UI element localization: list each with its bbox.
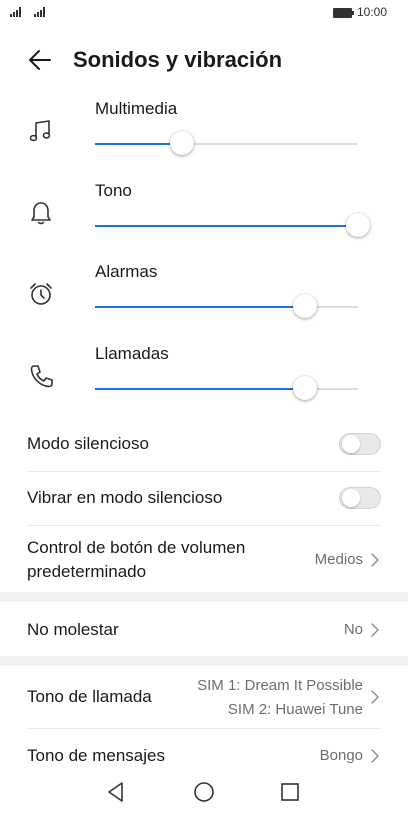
ringtone-label: Tono de llamada [27,687,152,706]
volume-label: Llamadas [95,344,169,363]
back-triangle-icon[interactable] [104,780,128,804]
slider-fill [95,225,358,227]
status-time: 10:00 [357,5,388,19]
volume-button-label-line1: Control de botón de volumen [27,538,246,557]
volume-slider-ringtone[interactable] [95,213,370,237]
volume-label: Tono [95,181,132,200]
chevron-right-icon [371,749,379,763]
slider-thumb[interactable] [346,213,370,237]
vibrate-silent-toggle[interactable] [339,487,381,509]
volume-button-row[interactable]: Control de botón de volumen predetermina… [27,526,381,590]
section-separator [0,592,408,602]
slider-fill [95,388,306,390]
home-circle-icon[interactable] [192,780,216,804]
chevron-right-icon [371,623,379,637]
message-tone-value: Bongo [319,747,363,764]
status-bar: 10:00 [0,0,408,28]
page-title: Sonidos y vibración [73,47,283,72]
phone-icon [30,365,53,388]
navigation-bar [0,772,408,816]
do-not-disturb-label: No molestar [27,620,119,639]
ringtone-sim2-value: SIM 2: Huawei Tune [227,701,363,718]
slider-thumb[interactable] [169,131,194,155]
ringtone-row[interactable]: Tono de llamada SIM 1: Dream It Possible… [27,667,381,727]
volume-slider-alarm[interactable] [95,294,358,318]
message-tone-label: Tono de mensajes [27,746,165,765]
volume-label: Multimedia [95,99,178,118]
silent-mode-row[interactable]: Modo silencioso [27,418,381,470]
slider-thumb[interactable] [293,294,318,318]
recents-square-icon[interactable] [278,780,302,804]
volume-call-row: Llamadas [0,341,408,421]
volume-ringtone-row: Tono [0,178,408,258]
section-separator [0,656,408,666]
vibrate-silent-row[interactable]: Vibrar en modo silencioso [27,472,381,524]
volume-button-value: Medios [314,551,363,568]
silent-mode-toggle[interactable] [339,433,381,455]
volume-slider-multimedia[interactable] [95,131,358,155]
music-note-icon [29,120,51,142]
chevron-right-icon [371,690,379,704]
alarm-clock-icon [30,283,52,305]
chevron-right-icon [371,553,379,567]
signal-icon [10,7,21,17]
vibrate-silent-label: Vibrar en modo silencioso [27,488,223,507]
ringtone-sim1-value: SIM 1: Dream It Possible [197,677,363,694]
volume-button-label-line2: predeterminado [27,562,147,581]
toggle-knob [342,435,360,453]
slider-thumb[interactable] [293,376,318,400]
bell-icon [31,202,51,225]
volume-label: Alarmas [95,262,158,281]
volume-multimedia-row: Multimedia [0,96,408,176]
volume-slider-call[interactable] [95,376,358,400]
message-tone-row[interactable]: Tono de mensajes Bongo [27,729,381,773]
signal-icon [34,7,45,17]
battery-icon [333,8,354,18]
arrow-left-icon[interactable] [26,46,54,74]
toggle-knob [342,489,360,507]
do-not-disturb-row[interactable]: No molestar No [27,604,381,656]
silent-mode-label: Modo silencioso [27,434,149,453]
volume-alarm-row: Alarmas [0,259,408,339]
slider-fill [95,143,182,145]
slider-fill [95,306,306,308]
do-not-disturb-value: No [343,621,363,638]
